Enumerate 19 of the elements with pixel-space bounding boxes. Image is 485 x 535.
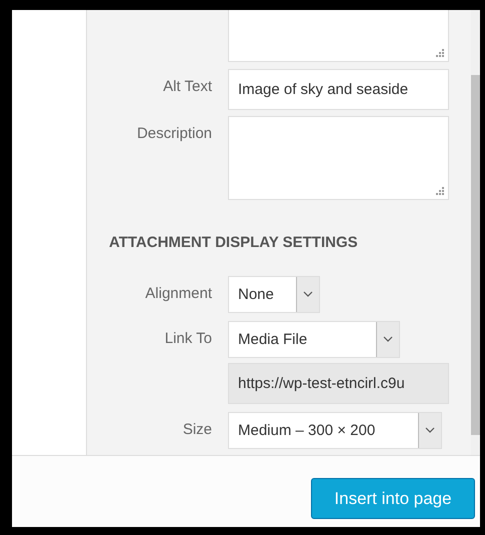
chevron-down-icon bbox=[383, 336, 393, 342]
field-label: Link To bbox=[164, 330, 212, 346]
field-label: Alignment bbox=[145, 284, 212, 302]
chevron-down-icon bbox=[303, 291, 313, 297]
scrollbar[interactable] bbox=[471, 10, 480, 455]
select-dropdown[interactable]: Medium – 300 × 200 bbox=[228, 412, 442, 448]
section-heading: ATTACHMENT DISPLAY SETTINGS bbox=[109, 233, 359, 253]
textarea-field[interactable] bbox=[228, 116, 449, 200]
resize-grip-icon bbox=[436, 187, 444, 195]
field-label: Description bbox=[136, 125, 212, 142]
alt-text-field[interactable]: Image of sky and seaside bbox=[228, 69, 449, 110]
chevron-down-icon bbox=[425, 427, 435, 433]
textarea-field[interactable] bbox=[228, 10, 449, 62]
field-label: Size bbox=[182, 420, 212, 438]
resize-grip-icon bbox=[436, 49, 444, 57]
field-label: Alt Text bbox=[163, 78, 212, 95]
url-field[interactable]: https://wp-test-etncirl.c9u bbox=[228, 362, 449, 404]
select-dropdown[interactable]: None bbox=[228, 276, 320, 312]
select-dropdown[interactable]: Media File bbox=[228, 320, 400, 358]
